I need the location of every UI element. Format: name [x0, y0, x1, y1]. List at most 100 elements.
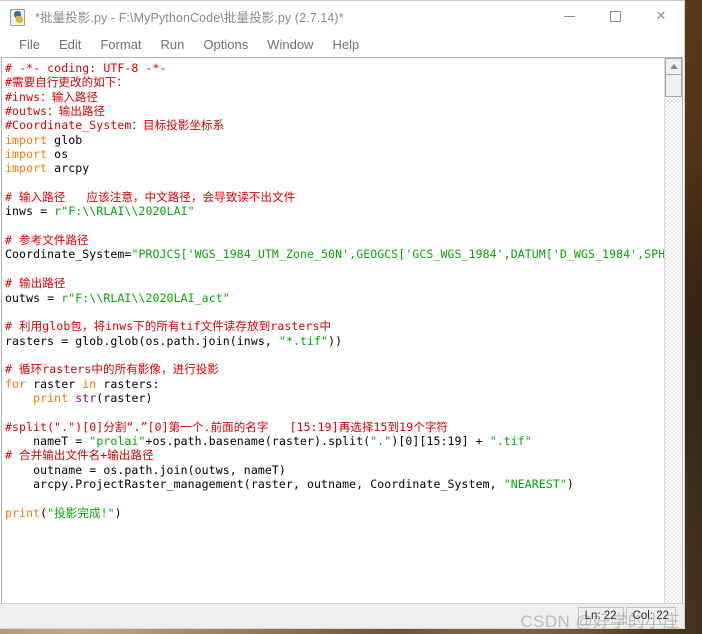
code-line: for raster in rasters:	[5, 377, 664, 391]
code-token: raster	[26, 376, 83, 391]
code-token: rasters:	[96, 376, 160, 391]
window-title: *批量投影.py - F:\MyPythonCode\批量投影.py (2.7.…	[35, 11, 344, 25]
menu-item-format[interactable]: Format	[91, 35, 150, 54]
code-token: inws =	[5, 204, 55, 219]
menu-bar: File Edit Format Run Options Window Help	[0, 32, 684, 57]
code-token: import	[5, 147, 48, 162]
menu-item-file[interactable]: File	[10, 35, 49, 54]
code-line: rasters = glob.glob(os.path.join(inws, "…	[5, 334, 664, 348]
code-line: import glob	[5, 133, 664, 147]
scroll-up-arrow[interactable]	[665, 58, 682, 75]
menu-item-options[interactable]: Options	[194, 35, 257, 54]
code-token: in	[82, 376, 97, 391]
status-bar: Ln: 22 Col: 22	[0, 603, 684, 628]
close-icon: ✕	[655, 9, 667, 24]
code-line: print("投影完成!")	[5, 506, 664, 520]
code-token: ))	[328, 333, 343, 348]
minimize-button[interactable]	[546, 1, 592, 32]
code-token: glob	[47, 132, 83, 147]
python-file-icon	[9, 8, 27, 26]
code-token: # 利用glob包，将inws下的所有tif文件读存放到rasters中	[5, 319, 332, 334]
editor-area: # -*- coding: UTF-8 -*- #需要自行更改的如下： #inws：…	[1, 57, 683, 603]
code-line: arcpy.ProjectRaster_management(raster, o…	[5, 477, 664, 491]
maximize-button[interactable]	[592, 1, 638, 32]
code-token: # 输入路径 应该注意，中文路径，会导致读不出文件	[5, 190, 296, 205]
code-line: print str(raster)	[5, 391, 664, 405]
code-token: #需要自行更改的如下：	[5, 75, 129, 90]
code-token: arcpy.ProjectRaster_management(raster, o…	[5, 476, 504, 491]
code-token: "*.tif"	[278, 333, 329, 348]
code-line: Coordinate_System="PROJCS['WGS_1984_UTM_…	[5, 247, 664, 261]
code-token: )	[566, 476, 574, 491]
code-line: # 合并输出文件名+输出路径	[5, 448, 664, 462]
menu-item-edit[interactable]: Edit	[50, 35, 90, 54]
code-token: Coordinate_System=	[5, 247, 132, 262]
code-token: "NEAREST"	[503, 476, 567, 491]
code-line: nameT = "prolai"+os.path.basename(raster…	[5, 434, 664, 448]
code-token: for	[5, 376, 27, 391]
code-token: "prolai"	[89, 433, 146, 448]
code-token: "投影完成!"	[47, 505, 115, 520]
code-token: +os.path.basename(raster).split(	[145, 433, 371, 448]
code-token: outname = os.path.join(outws, nameT)	[5, 462, 286, 477]
scrollbar-thumb[interactable]	[665, 75, 682, 97]
code-token: # 参考文件路径	[5, 233, 89, 248]
code-line: # 利用glob包，将inws下的所有tif文件读存放到rasters中	[5, 319, 664, 333]
code-line: import os	[5, 147, 664, 161]
code-token: os	[47, 147, 69, 162]
maximize-icon	[609, 11, 621, 22]
code-line: #inws：输入路径	[5, 90, 664, 104]
code-token: import	[5, 161, 48, 176]
code-token: # -*- coding: UTF-8 -*-	[5, 61, 167, 75]
code-token: r"F:\\RLAI\\2020LAI"	[54, 204, 195, 219]
code-token: "."	[370, 433, 392, 448]
code-line: # -*- coding: UTF-8 -*-	[5, 61, 664, 75]
code-token: rasters = glob.glob(os.path.join(inws,	[5, 333, 279, 348]
title-bar[interactable]: *批量投影.py - F:\MyPythonCode\批量投影.py (2.7.…	[0, 0, 684, 32]
code-token: import	[5, 132, 48, 147]
window-controls: ✕	[546, 1, 684, 32]
code-token: arcpy	[47, 161, 90, 176]
code-token: ".tif"	[489, 433, 532, 448]
code-token: print	[5, 505, 41, 520]
code-token: print	[33, 390, 69, 405]
code-token: )[0][15:19] +	[391, 433, 490, 448]
code-token: #outws：输出路径	[5, 104, 106, 119]
status-column-number: Col: 22	[625, 607, 676, 625]
code-line: import arcpy	[5, 161, 664, 175]
idle-editor-window: *批量投影.py - F:\MyPythonCode\批量投影.py (2.7.…	[0, 0, 684, 628]
code-token: # 输出路径	[5, 276, 66, 291]
menu-item-help[interactable]: Help	[323, 35, 368, 54]
code-token: nameT =	[5, 433, 90, 448]
code-line: inws = r"F:\\RLAI\\2020LAI"	[5, 204, 664, 218]
code-token: #split(".")[0]分割“.”[0]第一个.前面的名字 [15:19]再…	[5, 419, 449, 434]
code-line: #split(".")[0]分割“.”[0]第一个.前面的名字 [15:19]再…	[5, 420, 664, 434]
code-line: #outws：输出路径	[5, 104, 664, 118]
code-editor[interactable]: # -*- coding: UTF-8 -*- #需要自行更改的如下： #inws：…	[2, 58, 664, 603]
close-button[interactable]: ✕	[638, 1, 684, 32]
code-token: #inws：输入路径	[5, 89, 99, 104]
code-line: outws = r"F:\\RLAI\\2020LAI_act"	[5, 291, 664, 305]
menu-item-window[interactable]: Window	[258, 35, 322, 54]
code-line: # 循环rasters中的所有影像，进行投影	[5, 362, 664, 376]
code-line: # 输入路径 应该注意，中文路径，会导致读不出文件	[5, 190, 664, 204]
code-line: # 输出路径	[5, 276, 664, 290]
minimize-icon	[563, 16, 575, 17]
menu-item-run[interactable]: Run	[152, 35, 194, 54]
code-token: r"F:\\RLAI\\2020LAI_act"	[61, 290, 230, 305]
code-line: # 参考文件路径	[5, 233, 664, 247]
code-token: outws =	[5, 290, 62, 305]
code-token: "PROJCS['WGS_1984_UTM_Zone_50N',GEOGCS['…	[131, 247, 664, 262]
vertical-scrollbar[interactable]	[664, 58, 682, 603]
status-line-number: Ln: 22	[577, 607, 624, 625]
code-token: # 合并输出文件名+输出路径	[5, 448, 154, 463]
code-token: # 循环rasters中的所有影像，进行投影	[5, 362, 220, 377]
